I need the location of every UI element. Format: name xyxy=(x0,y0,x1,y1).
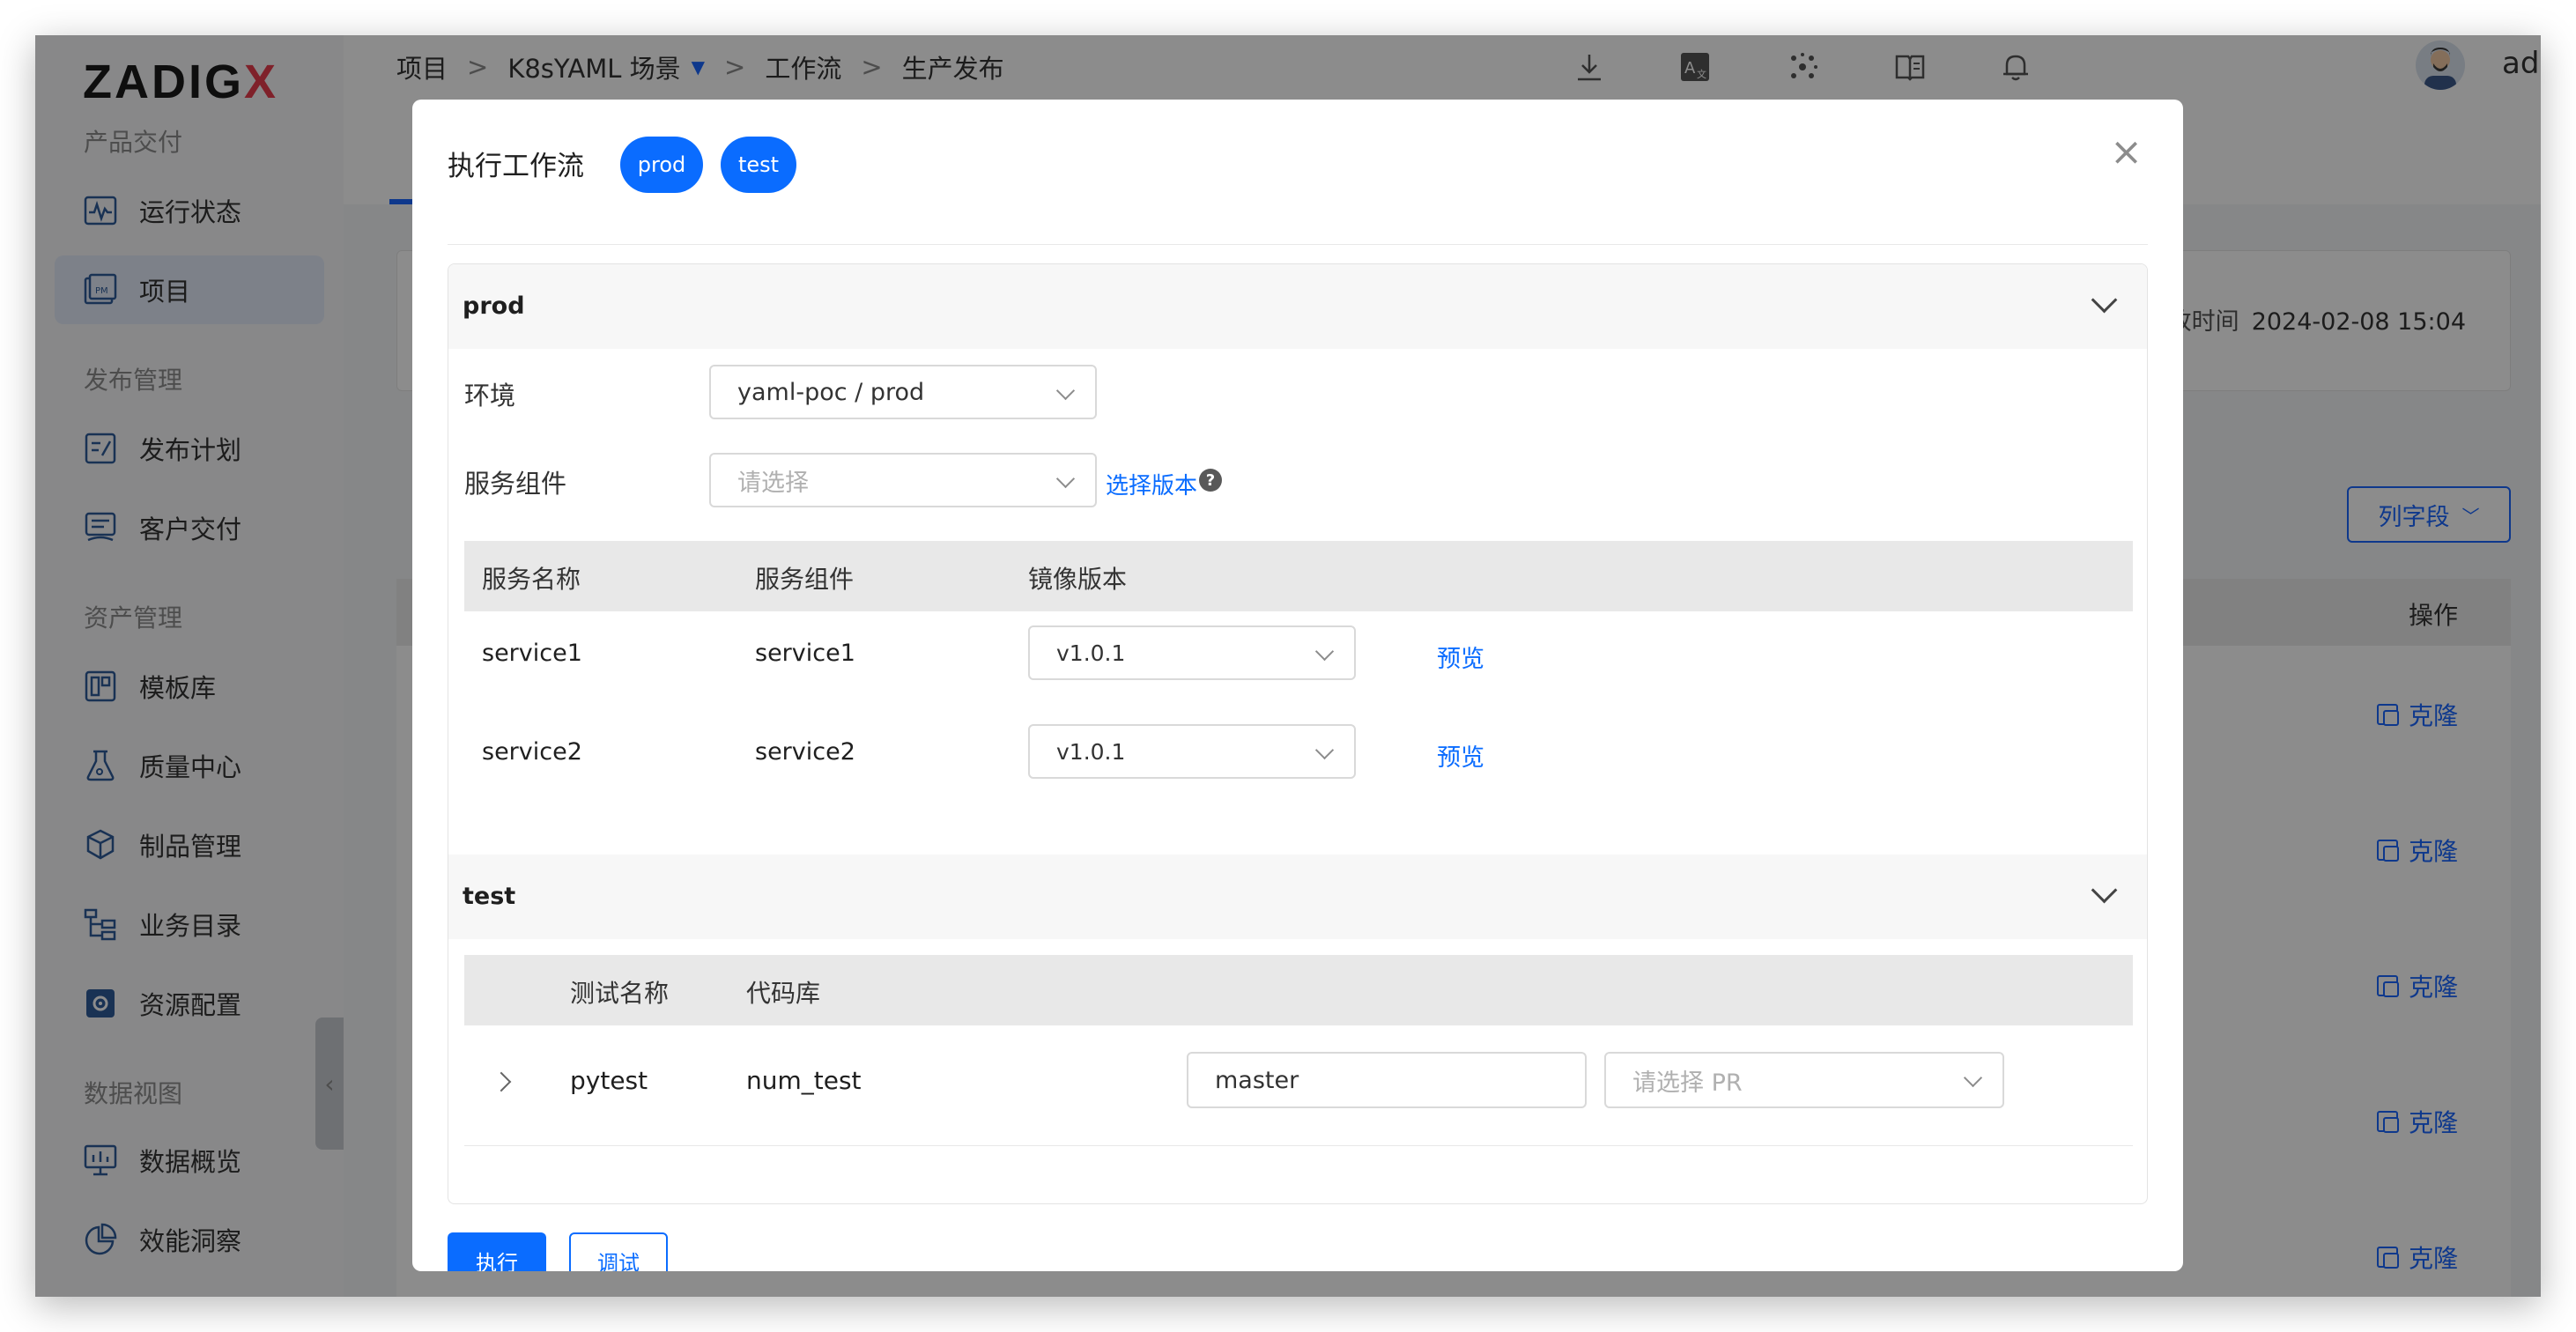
env-select-value: yaml-poc / prod xyxy=(737,378,925,406)
preview-link[interactable]: 预览 xyxy=(1437,640,1484,674)
column-header: 服务名称 xyxy=(482,565,581,594)
section-header-prod[interactable]: prod xyxy=(448,264,2147,349)
dialog-divider xyxy=(448,244,2148,245)
service-select-placeholder: 请选择 xyxy=(737,469,809,497)
chevron-down-icon xyxy=(1314,740,1335,760)
row-divider xyxy=(464,1145,2133,1146)
chevron-down-icon xyxy=(1055,469,1076,489)
image-version-value: v1.0.1 xyxy=(1056,640,1126,666)
section-title-prod: prod xyxy=(463,292,525,320)
section-header-test[interactable]: test xyxy=(448,855,2147,939)
debug-button[interactable]: 调试 xyxy=(569,1232,668,1271)
image-version-value: v1.0.1 xyxy=(1056,738,1126,765)
image-version-select[interactable]: v1.0.1 xyxy=(1028,625,1356,680)
dialog-title: 执行工作流 xyxy=(448,151,584,182)
env-select[interactable]: yaml-poc / prod xyxy=(709,365,1097,419)
service-name-cell: service2 xyxy=(482,738,582,766)
service-table-header: 服务名称 服务组件 镜像版本 xyxy=(464,541,2133,611)
section-title-test: test xyxy=(463,883,516,910)
preview-link[interactable]: 预览 xyxy=(1437,738,1484,773)
pr-select-placeholder: 请选择 PR xyxy=(1632,1069,1743,1097)
service-name-cell: service1 xyxy=(482,640,582,667)
chip-test[interactable]: test xyxy=(721,137,796,193)
branch-value: master xyxy=(1215,1066,1299,1094)
column-header: 镜像版本 xyxy=(1028,565,1128,594)
column-header: 代码库 xyxy=(746,979,821,1008)
chevron-down-icon xyxy=(1055,381,1076,401)
service-select[interactable]: 请选择 xyxy=(709,453,1097,507)
column-header: 测试名称 xyxy=(570,979,670,1008)
pr-select[interactable]: 请选择 PR xyxy=(1604,1052,2004,1108)
image-version-select[interactable]: v1.0.1 xyxy=(1028,724,1356,779)
dialog-body: prod 环境 yaml-poc / prod 服务组件 请选择 选择版本 ? … xyxy=(448,263,2148,1204)
repo-cell: num_test xyxy=(746,1066,862,1095)
close-icon[interactable]: × xyxy=(2110,133,2143,172)
help-icon[interactable]: ? xyxy=(1199,469,1222,492)
column-header: 服务组件 xyxy=(755,565,855,594)
chip-prod[interactable]: prod xyxy=(620,137,703,193)
chevron-down-icon[interactable] xyxy=(2091,286,2118,314)
env-label: 环境 xyxy=(464,381,516,411)
service-component-cell: service2 xyxy=(755,738,855,766)
chevron-down-icon[interactable] xyxy=(2091,877,2118,904)
app-window: ZADIGX 产品交付 运行状态 PM 项目 发布管理 发布计划 客户交付 资产… xyxy=(35,35,2541,1297)
test-name-cell: pytest xyxy=(570,1066,648,1095)
service-label: 服务组件 xyxy=(464,469,567,499)
service-component-cell: service1 xyxy=(755,640,855,667)
expand-row-icon[interactable] xyxy=(491,1071,512,1092)
chevron-down-icon xyxy=(1963,1068,1983,1088)
run-button[interactable]: 执行 xyxy=(448,1232,546,1271)
test-table-header: 测试名称 代码库 xyxy=(464,955,2133,1025)
chevron-down-icon xyxy=(1314,641,1335,662)
run-workflow-dialog: 执行工作流 prod test × prod 环境 yaml-poc / pro… xyxy=(412,100,2183,1271)
branch-input[interactable]: master xyxy=(1187,1052,1587,1108)
select-version-link[interactable]: 选择版本 xyxy=(1106,468,1197,500)
